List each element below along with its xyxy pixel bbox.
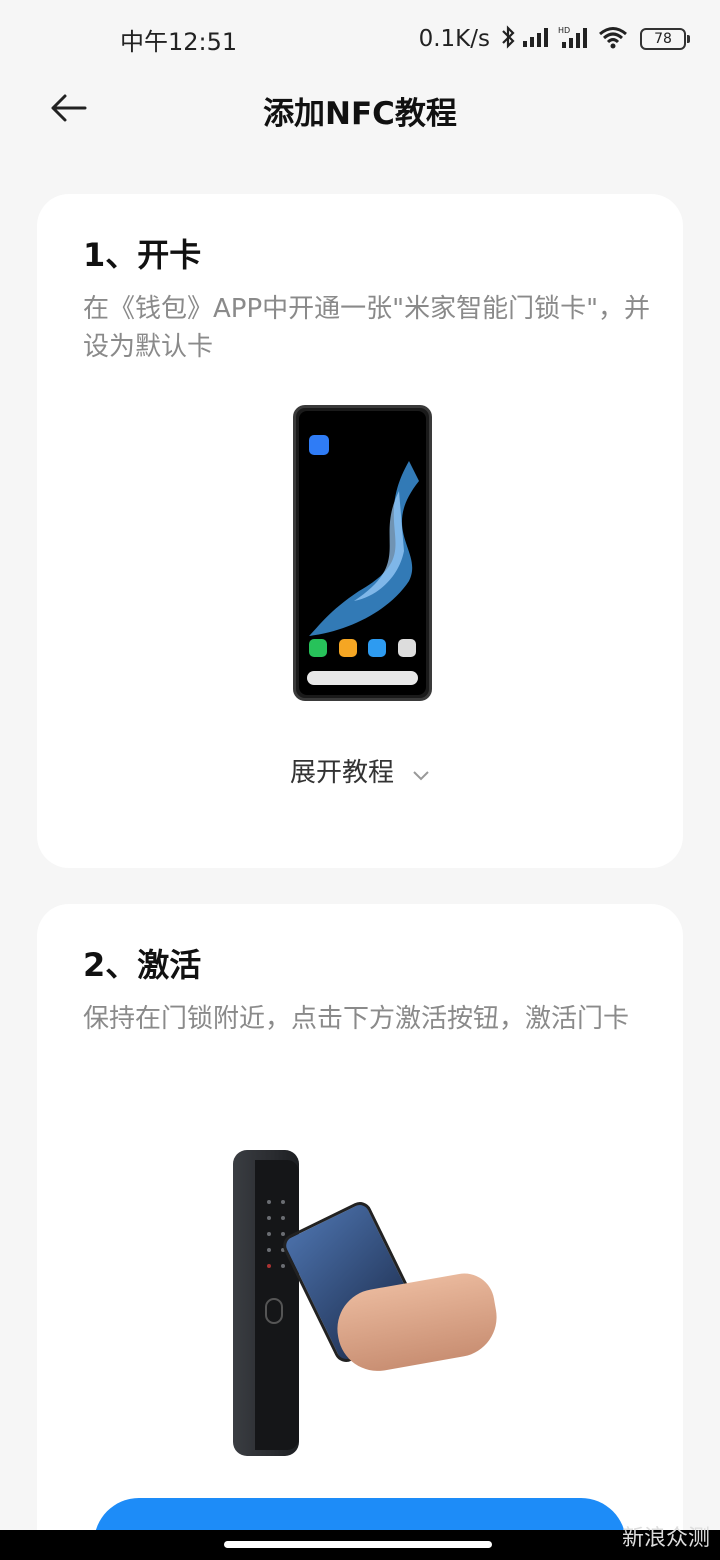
expand-label: 展开教程 bbox=[289, 758, 394, 788]
step-description: 在《钱包》APP中开通一张"米家智能门锁卡"，并设为默认卡 bbox=[83, 294, 651, 362]
status-time: 中午12:51 bbox=[120, 28, 238, 56]
phone-app-icon bbox=[309, 639, 327, 657]
step-title: 2、激活 bbox=[83, 946, 202, 984]
keypad-dot bbox=[281, 1264, 285, 1268]
phone-dock bbox=[309, 639, 416, 659]
wifi-icon bbox=[598, 25, 628, 53]
step-card-open-card: 1、开卡 在《钱包》APP中开通一张"米家智能门锁卡"，并设为默认卡 展开教程 bbox=[37, 194, 683, 868]
phone-screen bbox=[299, 411, 426, 695]
network-speed: 0.1K/s bbox=[418, 26, 490, 52]
keypad-dot bbox=[281, 1200, 285, 1204]
page-title: 添加NFC教程 bbox=[263, 96, 457, 132]
home-indicator[interactable] bbox=[224, 1541, 492, 1548]
status-bar: 中午12:51 0.1K/s HD 78 bbox=[0, 0, 720, 80]
messages-app-icon bbox=[338, 639, 357, 657]
keypad-dot bbox=[281, 1232, 285, 1236]
watermark: 新浪众测 bbox=[621, 1526, 710, 1551]
keypad-dot bbox=[267, 1216, 271, 1220]
svg-text:HD: HD bbox=[558, 26, 570, 35]
browser-app-icon bbox=[368, 639, 387, 657]
signal-icon bbox=[522, 26, 552, 52]
keypad-dot bbox=[281, 1216, 285, 1220]
navigation-bar: 新浪众测 bbox=[0, 1526, 720, 1560]
phone-search-bar bbox=[307, 671, 418, 685]
door-lock-illustration bbox=[233, 1150, 299, 1456]
step-title: 1、开卡 bbox=[83, 236, 202, 274]
chevron-down-icon bbox=[412, 759, 430, 789]
wallet-app-icon bbox=[309, 435, 329, 455]
lock-panel bbox=[255, 1160, 299, 1450]
camera-app-icon bbox=[397, 639, 416, 657]
fingerprint-icon bbox=[265, 1298, 283, 1324]
status-icons: 0.1K/s HD 78 bbox=[418, 22, 690, 56]
step-card-activate: 2、激活 保持在门锁附近，点击下方激活按钮，激活门卡 bbox=[37, 904, 683, 1560]
expand-tutorial-button[interactable]: 展开教程 bbox=[37, 752, 683, 789]
step-description: 保持在门锁附近，点击下方激活按钮，激活门卡 bbox=[83, 1004, 630, 1034]
keypad-dot bbox=[267, 1248, 271, 1252]
battery-icon: 78 bbox=[640, 28, 690, 50]
hd-signal-icon: HD bbox=[558, 25, 592, 53]
phone-illustration bbox=[293, 405, 432, 701]
app-header: 添加NFC教程 bbox=[0, 80, 720, 140]
keypad-dot bbox=[267, 1200, 271, 1204]
keypad-dot bbox=[267, 1264, 271, 1268]
bluetooth-icon bbox=[500, 24, 516, 54]
keypad-dot bbox=[267, 1232, 271, 1236]
